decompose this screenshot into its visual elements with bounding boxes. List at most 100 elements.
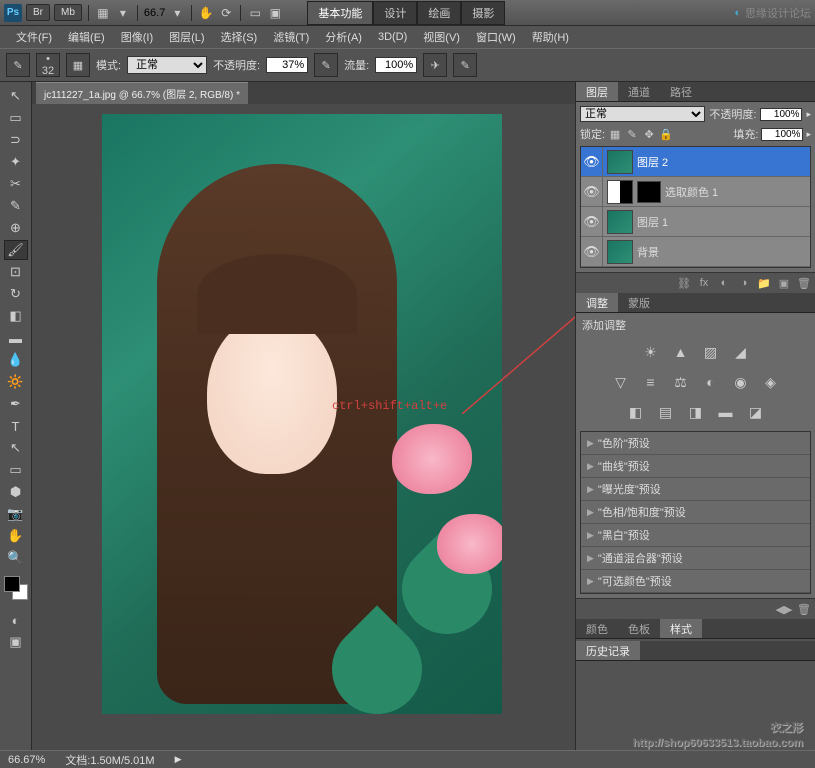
- workspace-tab-photo[interactable]: 摄影: [461, 1, 505, 25]
- layer-row[interactable]: 👁 背景: [581, 237, 810, 267]
- move-tool-icon[interactable]: ↖: [4, 86, 28, 106]
- tab-color[interactable]: 颜色: [576, 619, 618, 638]
- flow-input[interactable]: [375, 57, 417, 73]
- layout-icon[interactable]: ▦: [95, 5, 111, 21]
- layer-thumb[interactable]: [607, 150, 633, 174]
- gradientmap-icon[interactable]: ▬: [716, 403, 736, 421]
- lock-all-icon[interactable]: 🔒: [659, 127, 673, 141]
- bridge-button[interactable]: Br: [26, 4, 50, 21]
- menu-file[interactable]: 文件(F): [8, 27, 60, 47]
- workspace-tab-basic[interactable]: 基本功能: [307, 1, 373, 25]
- layer-name[interactable]: 图层 1: [637, 214, 668, 230]
- hand-icon[interactable]: ✋: [198, 5, 214, 21]
- lock-transparent-icon[interactable]: ▦: [608, 127, 622, 141]
- curves-icon[interactable]: ▨: [701, 343, 721, 361]
- tab-masks[interactable]: 蒙版: [618, 293, 660, 312]
- wand-tool-icon[interactable]: ✦: [4, 152, 28, 172]
- stamp-tool-icon[interactable]: ⊡: [4, 262, 28, 282]
- huesat-icon[interactable]: ≡: [641, 373, 661, 391]
- menu-view[interactable]: 视图(V): [415, 27, 468, 47]
- tab-adjustments[interactable]: 调整: [576, 293, 618, 312]
- visibility-icon[interactable]: 👁: [581, 177, 603, 207]
- mask-icon[interactable]: ◐: [716, 276, 732, 290]
- adjustment-thumb[interactable]: [607, 180, 633, 204]
- preset-row[interactable]: ▶"色相/饱和度"预设: [581, 501, 810, 524]
- layer-thumb[interactable]: [607, 210, 633, 234]
- menu-help[interactable]: 帮助(H): [524, 27, 577, 47]
- menu-analysis[interactable]: 分析(A): [317, 27, 370, 47]
- brightness-icon[interactable]: ☀: [641, 343, 661, 361]
- menu-window[interactable]: 窗口(W): [468, 27, 524, 47]
- history-brush-icon[interactable]: ↻: [4, 284, 28, 304]
- color-swatches[interactable]: [4, 576, 28, 600]
- menu-layer[interactable]: 图层(L): [161, 27, 212, 47]
- layer-blend-select[interactable]: 正常: [580, 106, 705, 122]
- blur-tool-icon[interactable]: 💧: [4, 350, 28, 370]
- tab-styles[interactable]: 样式: [660, 619, 702, 638]
- layer-name[interactable]: 图层 2: [637, 154, 668, 170]
- arrange-icon[interactable]: ▭: [247, 5, 263, 21]
- workspace-tab-paint[interactable]: 绘画: [417, 1, 461, 25]
- threshold-icon[interactable]: ◨: [686, 403, 706, 421]
- bw-icon[interactable]: ◐: [701, 373, 721, 391]
- lock-position-icon[interactable]: ✥: [642, 127, 656, 141]
- screenmode-icon[interactable]: ▣: [4, 632, 28, 652]
- menu-3d[interactable]: 3D(D): [370, 29, 415, 45]
- preset-row[interactable]: ▶"曲线"预设: [581, 455, 810, 478]
- quickmask-icon[interactable]: ◐: [4, 610, 28, 630]
- trash-icon[interactable]: 🗑: [796, 276, 812, 290]
- hand-tool-icon[interactable]: ✋: [4, 526, 28, 546]
- eyedropper-tool-icon[interactable]: ✎: [4, 196, 28, 216]
- minibridge-button[interactable]: Mb: [54, 4, 82, 21]
- colorbalance-icon[interactable]: ⚖: [671, 373, 691, 391]
- layer-name[interactable]: 选取颜色 1: [665, 184, 718, 200]
- status-doc-size[interactable]: 文档:1.50M/5.01M: [65, 752, 154, 768]
- preset-row[interactable]: ▶"黑白"预设: [581, 524, 810, 547]
- zoom-tool-icon[interactable]: 🔍: [4, 548, 28, 568]
- tool-preset-icon[interactable]: ✎: [6, 53, 30, 77]
- menu-filter[interactable]: 滤镜(T): [265, 27, 317, 47]
- tab-layers[interactable]: 图层: [576, 82, 618, 101]
- shape-tool-icon[interactable]: ▭: [4, 460, 28, 480]
- posterize-icon[interactable]: ▤: [656, 403, 676, 421]
- opacity-input[interactable]: [266, 57, 308, 73]
- tab-paths[interactable]: 路径: [660, 82, 702, 101]
- type-tool-icon[interactable]: T: [4, 416, 28, 436]
- menu-edit[interactable]: 编辑(E): [60, 27, 113, 47]
- layer-row[interactable]: 👁 图层 1: [581, 207, 810, 237]
- zoom-value[interactable]: 66.7: [144, 7, 165, 19]
- trash-icon[interactable]: 🗑: [796, 602, 812, 616]
- layer-opacity-input[interactable]: [760, 108, 802, 121]
- crop-tool-icon[interactable]: ✂: [4, 174, 28, 194]
- eraser-tool-icon[interactable]: ◧: [4, 306, 28, 326]
- visibility-icon[interactable]: 👁: [581, 237, 603, 267]
- photofilter-icon[interactable]: ◉: [731, 373, 751, 391]
- preset-row[interactable]: ▶"通道混合器"预设: [581, 547, 810, 570]
- preset-row[interactable]: ▶"色阶"预设: [581, 432, 810, 455]
- lock-pixels-icon[interactable]: ✎: [625, 127, 639, 141]
- brush-preview[interactable]: •32: [36, 53, 60, 77]
- channelmixer-icon[interactable]: ◈: [761, 373, 781, 391]
- screen-mode-icon[interactable]: ▣: [267, 5, 283, 21]
- marquee-tool-icon[interactable]: ▭: [4, 108, 28, 128]
- dropdown-icon[interactable]: ▾: [169, 5, 185, 21]
- layer-mask-thumb[interactable]: [637, 181, 661, 203]
- expand-icon[interactable]: ◀▶: [776, 602, 792, 616]
- airbrush-icon[interactable]: ✈: [423, 53, 447, 77]
- layer-thumb[interactable]: [607, 240, 633, 264]
- levels-icon[interactable]: ▲: [671, 343, 691, 361]
- tablet-size-icon[interactable]: ✎: [453, 53, 477, 77]
- new-layer-icon[interactable]: ▣: [776, 276, 792, 290]
- pen-tool-icon[interactable]: ✒: [4, 394, 28, 414]
- brush-tool-icon[interactable]: 🖌: [4, 240, 28, 260]
- blend-mode-select[interactable]: 正常: [127, 56, 207, 74]
- group-icon[interactable]: 📁: [756, 276, 772, 290]
- canvas[interactable]: ctrl+shift+alt+e: [32, 104, 575, 750]
- exposure-icon[interactable]: ◢: [731, 343, 751, 361]
- workspace-tab-design[interactable]: 设计: [373, 1, 417, 25]
- tab-swatches[interactable]: 色板: [618, 619, 660, 638]
- heal-tool-icon[interactable]: ⊕: [4, 218, 28, 238]
- visibility-icon[interactable]: 👁: [581, 207, 603, 237]
- preset-row[interactable]: ▶"可选颜色"预设: [581, 570, 810, 593]
- chevron-icon[interactable]: ▸: [806, 129, 811, 140]
